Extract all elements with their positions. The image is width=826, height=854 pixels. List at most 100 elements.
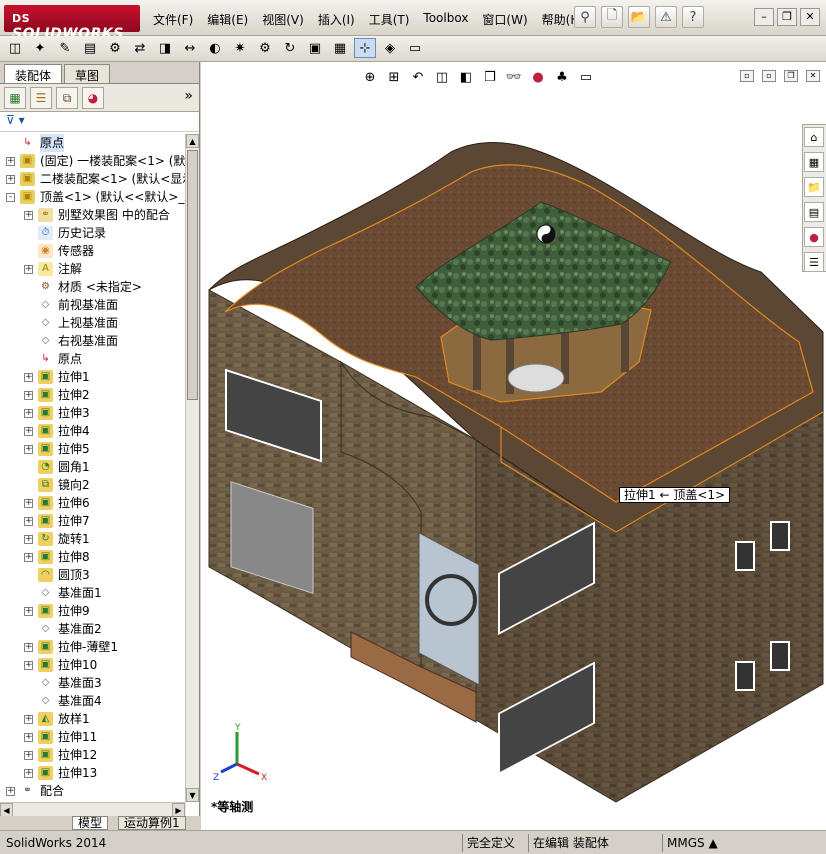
section-view-icon[interactable]: ◫ <box>433 68 451 86</box>
tree-item[interactable]: + ▣ 拉伸3 <box>0 404 186 422</box>
pattern-icon[interactable]: ▦ <box>329 38 351 58</box>
tree-item[interactable]: ◇ 前视基准面 <box>0 296 186 314</box>
expand-icon[interactable]: + <box>6 175 15 184</box>
expand-icon[interactable]: + <box>6 157 15 166</box>
tree-item[interactable]: ↳ 原点 <box>0 134 186 152</box>
show-icon[interactable]: ◈ <box>379 38 401 58</box>
expand-icon[interactable]: + <box>24 553 33 562</box>
view-orientation-icon[interactable]: ◧ <box>457 68 475 86</box>
grid-icon[interactable]: ▭ <box>404 38 426 58</box>
display-style-icon[interactable]: ❒ <box>481 68 499 86</box>
featuremanager-icon[interactable]: ▦ <box>4 87 26 109</box>
previous-view-icon[interactable]: ↶ <box>409 68 427 86</box>
close-viewport-icon[interactable]: ✕ <box>806 70 820 82</box>
bottom-tab-0[interactable]: 模型 <box>72 816 109 830</box>
custom-properties-icon[interactable]: ☰ <box>804 252 824 272</box>
menu-1[interactable]: 编辑(E) <box>202 10 253 29</box>
expand-icon[interactable]: + <box>6 787 15 796</box>
edit-appearance-icon[interactable]: ● <box>529 68 547 86</box>
help-icon[interactable]: ? <box>682 6 704 28</box>
collapse-icon[interactable]: - <box>6 193 15 202</box>
tree-item[interactable]: + ▣ 二楼装配案<1> (默认<显示 <box>0 170 186 188</box>
tab-0[interactable]: 装配体 <box>4 64 63 83</box>
expand-icon[interactable]: + <box>24 661 33 670</box>
expand-icon[interactable]: + <box>24 211 33 220</box>
tree-item[interactable]: + ▣ 拉伸-薄壁1 <box>0 638 186 656</box>
tree-item[interactable]: ◇ 基准面2 <box>0 620 186 638</box>
expand-icon[interactable]: + <box>24 751 33 760</box>
expand-icon[interactable]: + <box>24 391 33 400</box>
view-icon[interactable]: ◨ <box>154 38 176 58</box>
zoom-area-icon[interactable]: ⊞ <box>385 68 403 86</box>
warning-icon[interactable]: ⚠ <box>655 6 677 28</box>
new-document-icon[interactable]: 🗋 <box>601 6 623 28</box>
tree-item[interactable]: ↳ 原点 <box>0 350 186 368</box>
scroll-down-arrow[interactable]: ▼ <box>186 788 199 802</box>
cube-icon[interactable]: ◫ <box>4 38 26 58</box>
insert-icon[interactable]: ✦ <box>29 38 51 58</box>
zoom-to-fit-icon[interactable]: ⊕ <box>361 68 379 86</box>
solidworks-logo[interactable]: DSSOLIDWORKS <box>4 5 140 42</box>
menu-6[interactable]: 窗口(W) <box>477 10 532 29</box>
menu-5[interactable]: Toolbox <box>418 10 473 29</box>
tree-item[interactable]: + ▣ 拉伸13 <box>0 764 186 782</box>
restore-button[interactable]: ❐ <box>777 8 797 26</box>
tree-item[interactable]: + ⚭ 配合 <box>0 782 186 800</box>
tree-item[interactable]: ⚙ 材质 <未指定> <box>0 278 186 296</box>
tree-item[interactable]: + ↻ 旋转1 <box>0 530 186 548</box>
expand-icon[interactable]: + <box>24 265 33 274</box>
expand-icon[interactable]: + <box>24 643 33 652</box>
menu-3[interactable]: 插入(I) <box>313 10 360 29</box>
bottom-tab-1[interactable]: 运动算例1 <box>118 816 186 830</box>
configurationmanager-icon[interactable]: ⧉ <box>56 87 78 109</box>
move-icon[interactable]: ↔ <box>179 38 201 58</box>
tree-item[interactable]: + ▣ (固定) 一楼装配案<1> (默 <box>0 152 186 170</box>
tree-item[interactable]: ◔ 圆角1 <box>0 458 186 476</box>
tree-item[interactable]: + ▣ 拉伸11 <box>0 728 186 746</box>
expand-icon[interactable]: + <box>24 445 33 454</box>
tree-item[interactable]: + ▣ 拉伸12 <box>0 746 186 764</box>
snap-icon[interactable]: ⊹ <box>354 38 376 58</box>
tree-item[interactable]: ◇ 基准面4 <box>0 692 186 710</box>
expand-icon[interactable]: + <box>24 427 33 436</box>
expand-icon[interactable]: + <box>24 373 33 382</box>
expand-icon[interactable]: + <box>24 499 33 508</box>
expand-icon[interactable]: + <box>24 517 33 526</box>
tree-item[interactable]: + ▣ 拉伸9 <box>0 602 186 620</box>
expand-icon[interactable]: + <box>24 769 33 778</box>
tree-item[interactable]: + ◭ 放样1 <box>0 710 186 728</box>
file-explorer-icon[interactable]: 📁 <box>804 177 824 197</box>
expand-icon[interactable]: + <box>24 715 33 724</box>
graphics-area[interactable]: ⊕ ⊞ ↶ ◫ ◧ ❒ 👓 ● ♣ ▭ ▫ ▫ ❐ ✕ ⌂ ▦ 📁 ▤ ● ☰ … <box>201 62 826 830</box>
house-model[interactable] <box>201 62 826 830</box>
tree-item[interactable]: ⏱ 历史记录 <box>0 224 186 242</box>
tree-item[interactable]: ◇ 基准面1 <box>0 584 186 602</box>
expand-icon[interactable]: + <box>24 409 33 418</box>
tree-item[interactable]: ⧉ 镜向2 <box>0 476 186 494</box>
tree-filter[interactable]: ⊽ ▾ <box>0 112 199 132</box>
tree-vertical-scrollbar[interactable]: ▲ ▼ <box>185 134 199 802</box>
tile-icon[interactable]: ▫ <box>740 70 754 82</box>
scroll-up-arrow[interactable]: ▲ <box>186 134 199 148</box>
scroll-thumb[interactable] <box>187 150 198 400</box>
tree-item[interactable]: ◉ 传感器 <box>0 242 186 260</box>
home-icon[interactable]: ⌂ <box>804 127 824 147</box>
tree-horizontal-scrollbar[interactable]: ◀ ▶ <box>0 802 186 817</box>
sheet-icon[interactable]: ▤ <box>79 38 101 58</box>
expand-icon[interactable]: + <box>24 607 33 616</box>
view-palette-icon[interactable]: ▤ <box>804 202 824 222</box>
link-icon[interactable]: ✎ <box>54 38 76 58</box>
more-managers-button[interactable]: » <box>184 88 193 104</box>
tree-item[interactable]: ◇ 上视基准面 <box>0 314 186 332</box>
tree-item[interactable]: + ▣ 拉伸8 <box>0 548 186 566</box>
tab-1[interactable]: 草图 <box>64 64 111 83</box>
close-button[interactable]: ✕ <box>800 8 820 26</box>
units-status[interactable]: MMGS ▲ <box>662 834 722 852</box>
hide-show-icon[interactable]: 👓 <box>505 68 523 86</box>
tile2-icon[interactable]: ▫ <box>762 70 776 82</box>
tree-item[interactable]: + ▣ 拉伸10 <box>0 656 186 674</box>
spin-icon[interactable]: ↻ <box>279 38 301 58</box>
assembly-icon[interactable]: ▣ <box>304 38 326 58</box>
propertymanager-icon[interactable]: ☰ <box>30 87 52 109</box>
expand-icon[interactable]: + <box>24 535 33 544</box>
